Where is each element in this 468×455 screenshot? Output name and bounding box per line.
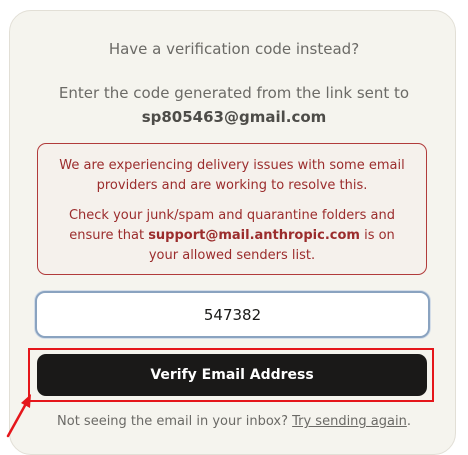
resend-row: Not seeing the email in your inbox? Try … [0, 414, 468, 429]
verify-email-button[interactable]: Verify Email Address [37, 354, 427, 396]
try-sending-again-link[interactable]: Try sending again [292, 414, 407, 429]
recipient-email: sp805463@gmail.com [141, 108, 327, 126]
alert-instructions: Check your junk/spam and quarantine fold… [38, 206, 426, 266]
resend-prompt: Not seeing the email in your inbox? [57, 414, 293, 429]
support-email: support@mail.anthropic.com [148, 228, 360, 243]
verification-subtext-label: Enter the code generated from the link s… [58, 84, 410, 102]
resend-suffix: . [406, 414, 411, 429]
verification-heading: Have a verification code instead? [108, 40, 360, 58]
verification-code-input[interactable] [35, 291, 430, 338]
verification-subtext: Enter the code generated from the link s… [0, 81, 468, 129]
arrow-pointer-icon [6, 394, 31, 438]
delivery-issue-alert: We are experiencing delivery issues with… [37, 143, 427, 275]
alert-message: We are experiencing delivery issues with… [59, 158, 405, 193]
